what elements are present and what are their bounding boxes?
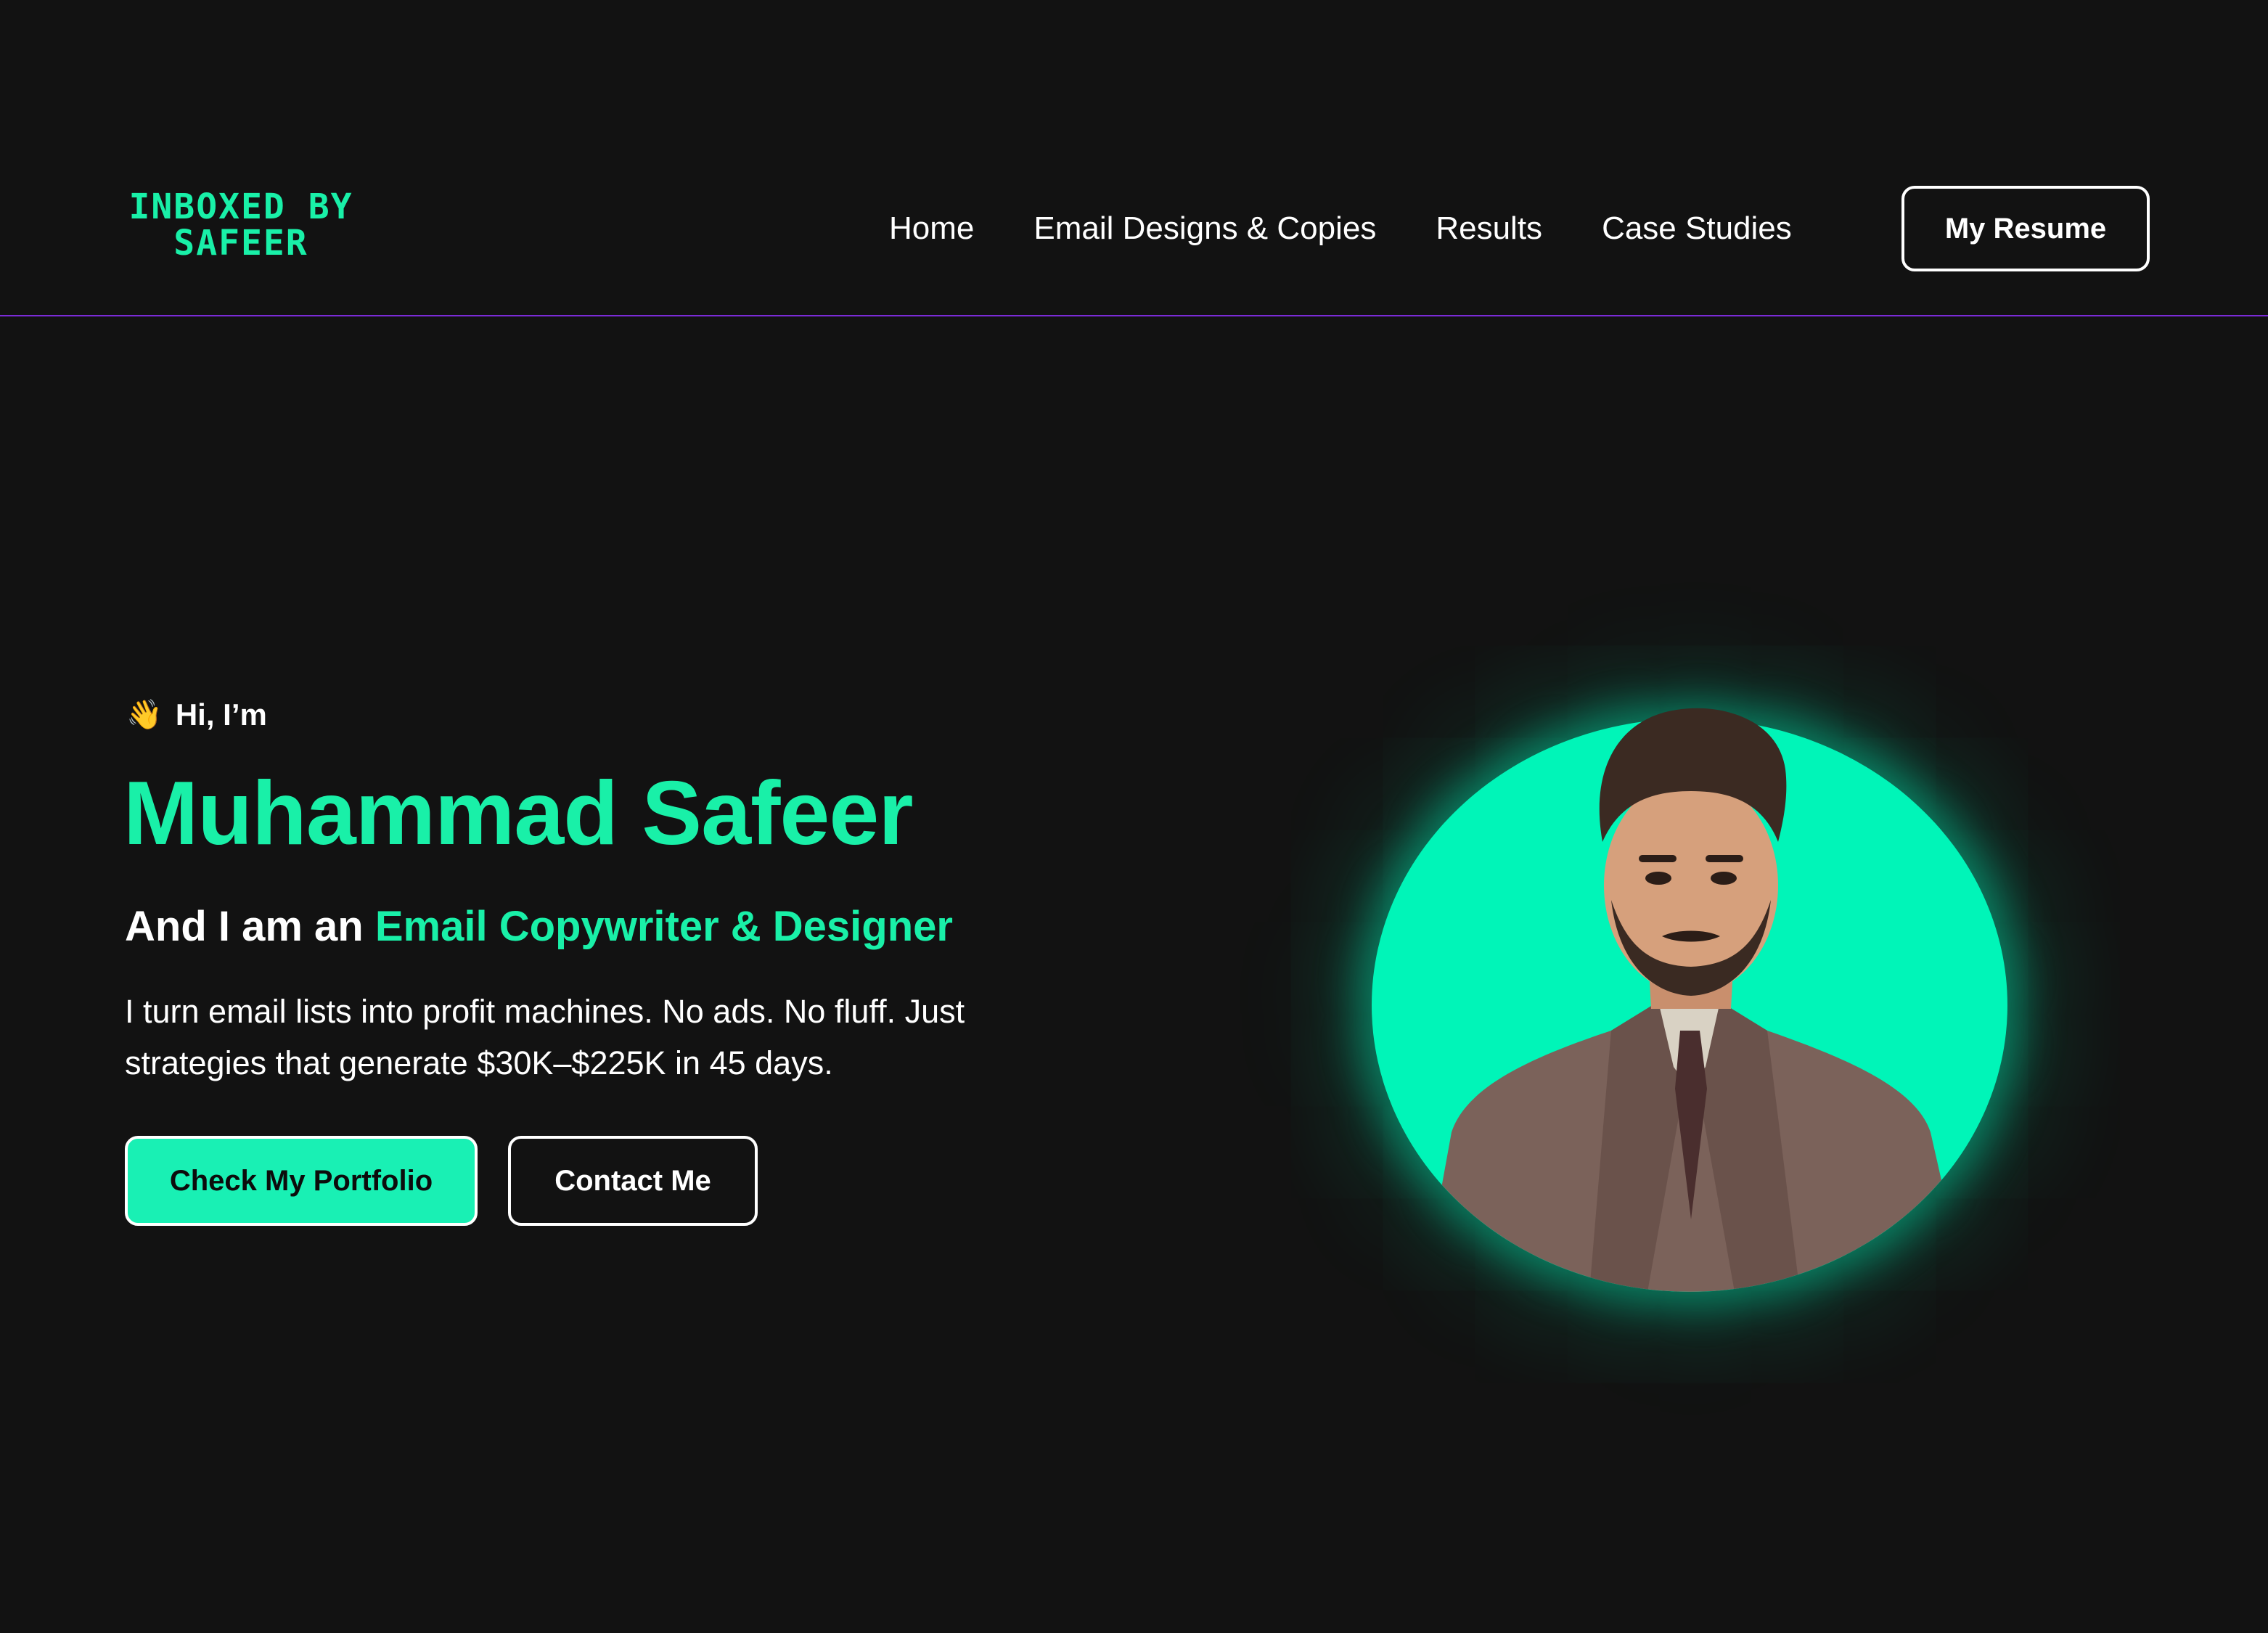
waving-hand-icon: 👋 [126, 699, 163, 731]
nav-link-case-studies[interactable]: Case Studies [1602, 210, 1792, 247]
portrait [1372, 708, 2007, 1292]
logo-line-1: INBOXED BY [128, 187, 353, 227]
main-nav: Home Email Designs & Copies Results Case… [889, 203, 1851, 254]
nav-link-results[interactable]: Results [1436, 210, 1542, 247]
nav-link-email-designs[interactable]: Email Designs & Copies [1033, 210, 1376, 247]
check-portfolio-button[interactable]: Check My Portfolio [125, 1136, 478, 1226]
site-logo[interactable]: INBOXED BY SAFEER [126, 189, 356, 261]
contact-me-button[interactable]: Contact Me [508, 1136, 758, 1226]
hero-name: Muhammad Safeer [123, 764, 914, 864]
greeting-text: Hi, I’m [175, 697, 267, 732]
resume-button[interactable]: My Resume [1901, 186, 2150, 271]
role-accent: Email Copywriter & Designer [374, 903, 953, 950]
logo-line-2: SAFEER [173, 223, 308, 263]
portrait-photo [1422, 708, 1967, 1292]
hero-description: I turn email lists into profit machines.… [125, 993, 965, 1081]
nav-link-home[interactable]: Home [889, 210, 974, 247]
role-prefix: And I am an [125, 903, 364, 950]
greeting: 👋 Hi, I’m [126, 693, 267, 737]
hero-role: And I am an Email Copywriter & Designer [125, 902, 953, 951]
site-header: INBOXED BY SAFEER Home Email Designs & C… [0, 0, 2268, 316]
